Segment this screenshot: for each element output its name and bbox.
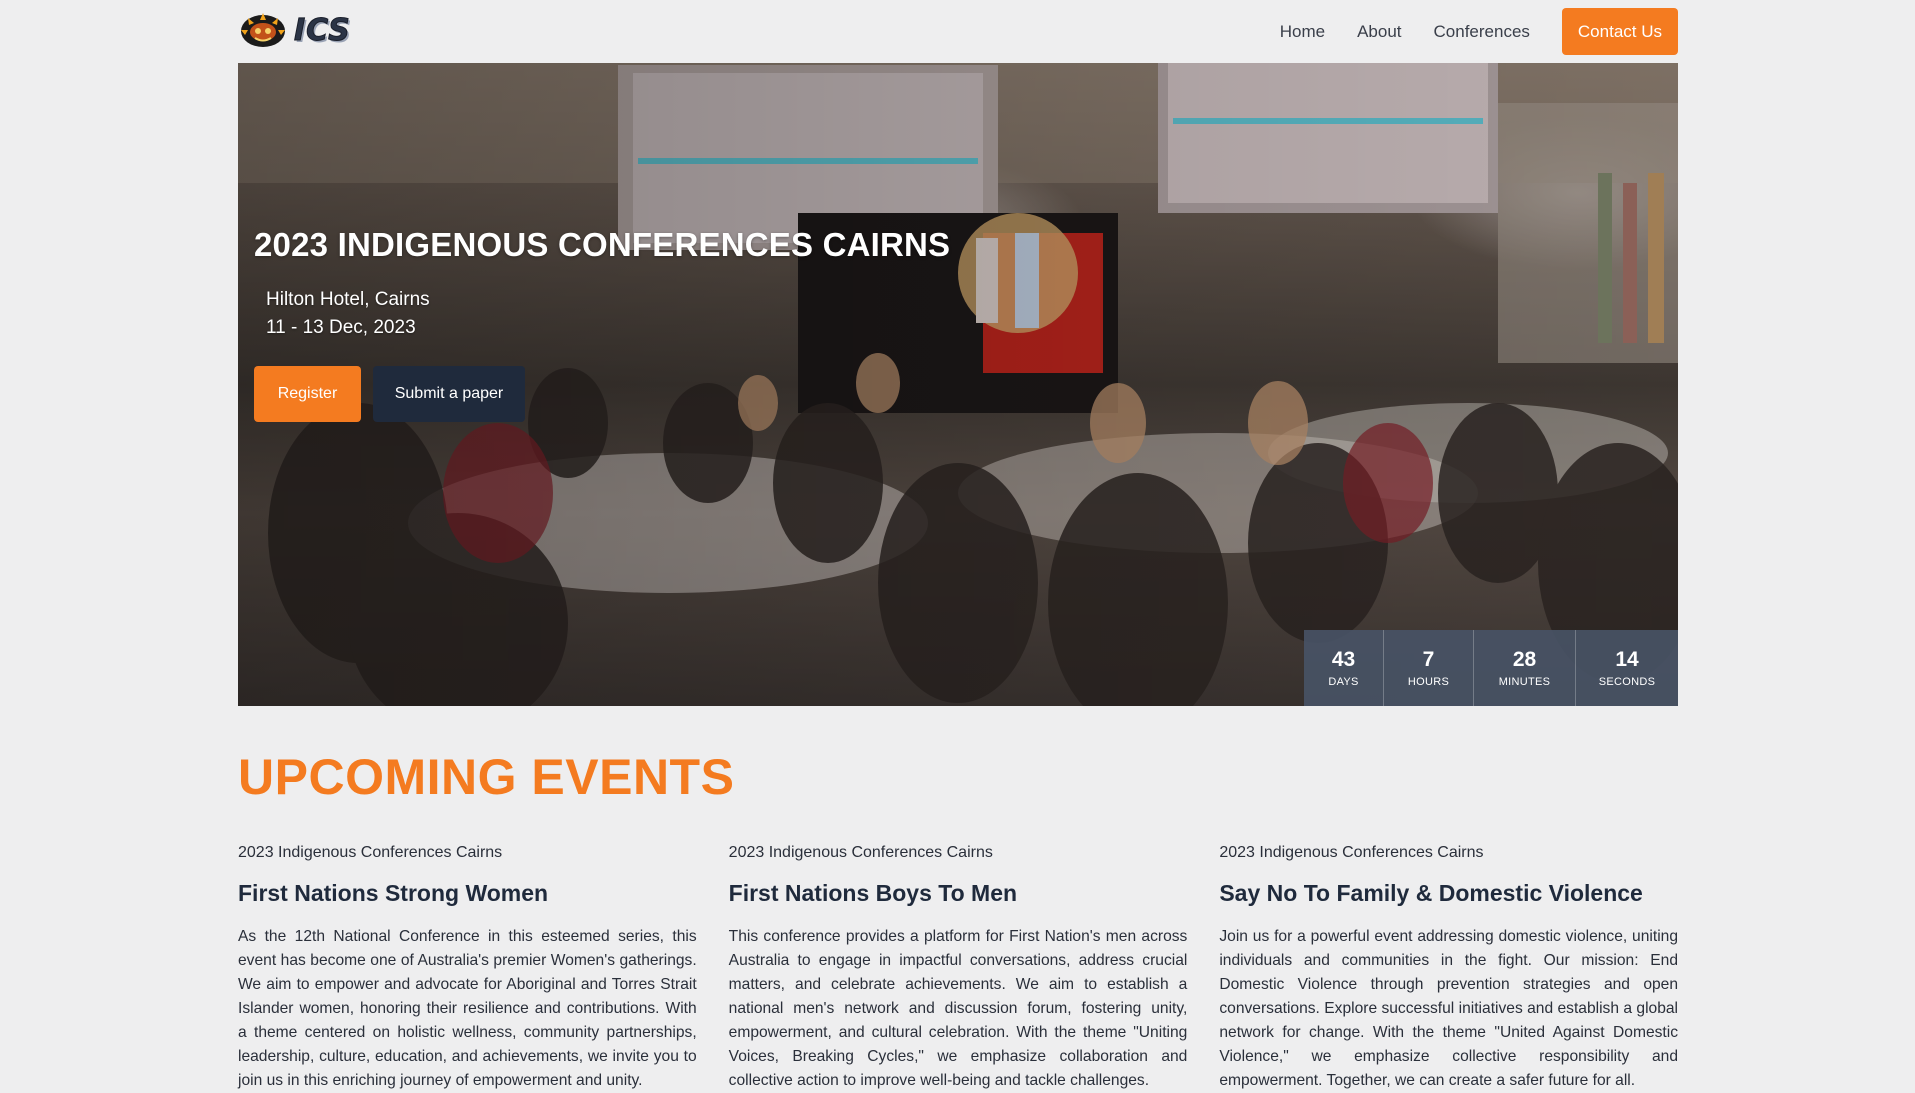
events-list: 2023 Indigenous Conferences Cairns First… <box>238 844 1678 1093</box>
countdown-seconds-value: 14 <box>1615 648 1639 671</box>
countdown-seconds: 14 SECONDS <box>1575 630 1678 706</box>
top-navbar: ICS Home About Conferences Contact Us <box>238 0 1678 62</box>
upcoming-events-heading: UPCOMING EVENTS <box>238 749 735 805</box>
hero-dates: 11 - 13 Dec, 2023 <box>266 317 416 338</box>
countdown-minutes-value: 28 <box>1512 648 1537 671</box>
contact-us-button[interactable]: Contact Us <box>1561 8 1678 55</box>
logo-emblem-icon <box>241 13 285 47</box>
site-logo[interactable]: ICS <box>238 10 351 50</box>
countdown-hours-label: HOURS <box>1407 676 1450 688</box>
countdown-days-value: 43 <box>1331 648 1356 671</box>
event-card: 2023 Indigenous Conferences Cairns Say N… <box>1219 844 1678 1093</box>
countdown-days-label: DAYS <box>1328 676 1359 688</box>
event-subtitle: 2023 Indigenous Conferences Cairns <box>238 844 503 861</box>
nav-home-link[interactable]: Home <box>1280 22 1325 42</box>
countdown-hours-value: 7 <box>1422 648 1435 671</box>
event-description: As the 12th National Conference in this … <box>238 928 697 1089</box>
hero-venue: Hilton Hotel, Cairns <box>266 289 430 310</box>
countdown-days: 43 DAYS <box>1304 630 1383 706</box>
countdown-minutes: 28 MINUTES <box>1473 630 1575 706</box>
hero-banner: 2023 INDIGENOUS CONFERENCES CAIRNS Hilto… <box>238 63 1678 706</box>
event-title-link[interactable]: First Nations Boys To Men <box>729 880 1188 907</box>
nav-links: Home About Conferences Contact Us <box>1248 8 1678 55</box>
event-subtitle: 2023 Indigenous Conferences Cairns <box>1219 844 1484 861</box>
event-card: 2023 Indigenous Conferences Cairns First… <box>729 844 1188 1093</box>
nav-conferences-link[interactable]: Conferences <box>1434 22 1530 42</box>
event-description: Join us for a powerful event addressing … <box>1219 928 1679 1089</box>
hero-title: 2023 INDIGENOUS CONFERENCES CAIRNS <box>254 226 951 263</box>
event-description: This conference provides a platform for … <box>728 928 1188 1089</box>
countdown-seconds-label: SECONDS <box>1598 676 1656 688</box>
countdown-minutes-label: MINUTES <box>1498 676 1551 688</box>
countdown-hours: 7 HOURS <box>1383 630 1473 706</box>
logo-text: ICS <box>294 12 351 48</box>
event-title-link[interactable]: Say No To Family & Domestic Violence <box>1219 880 1678 907</box>
register-button[interactable]: Register <box>254 366 361 422</box>
event-card: 2023 Indigenous Conferences Cairns First… <box>238 844 697 1093</box>
event-title-link[interactable]: First Nations Strong Women <box>238 880 697 907</box>
submit-paper-button[interactable]: Submit a paper <box>373 366 525 422</box>
countdown-timer: 43 DAYS 7 HOURS 28 MINUTES 14 SECONDS <box>1304 630 1678 706</box>
nav-about-link[interactable]: About <box>1357 22 1401 42</box>
event-subtitle: 2023 Indigenous Conferences Cairns <box>728 844 993 861</box>
